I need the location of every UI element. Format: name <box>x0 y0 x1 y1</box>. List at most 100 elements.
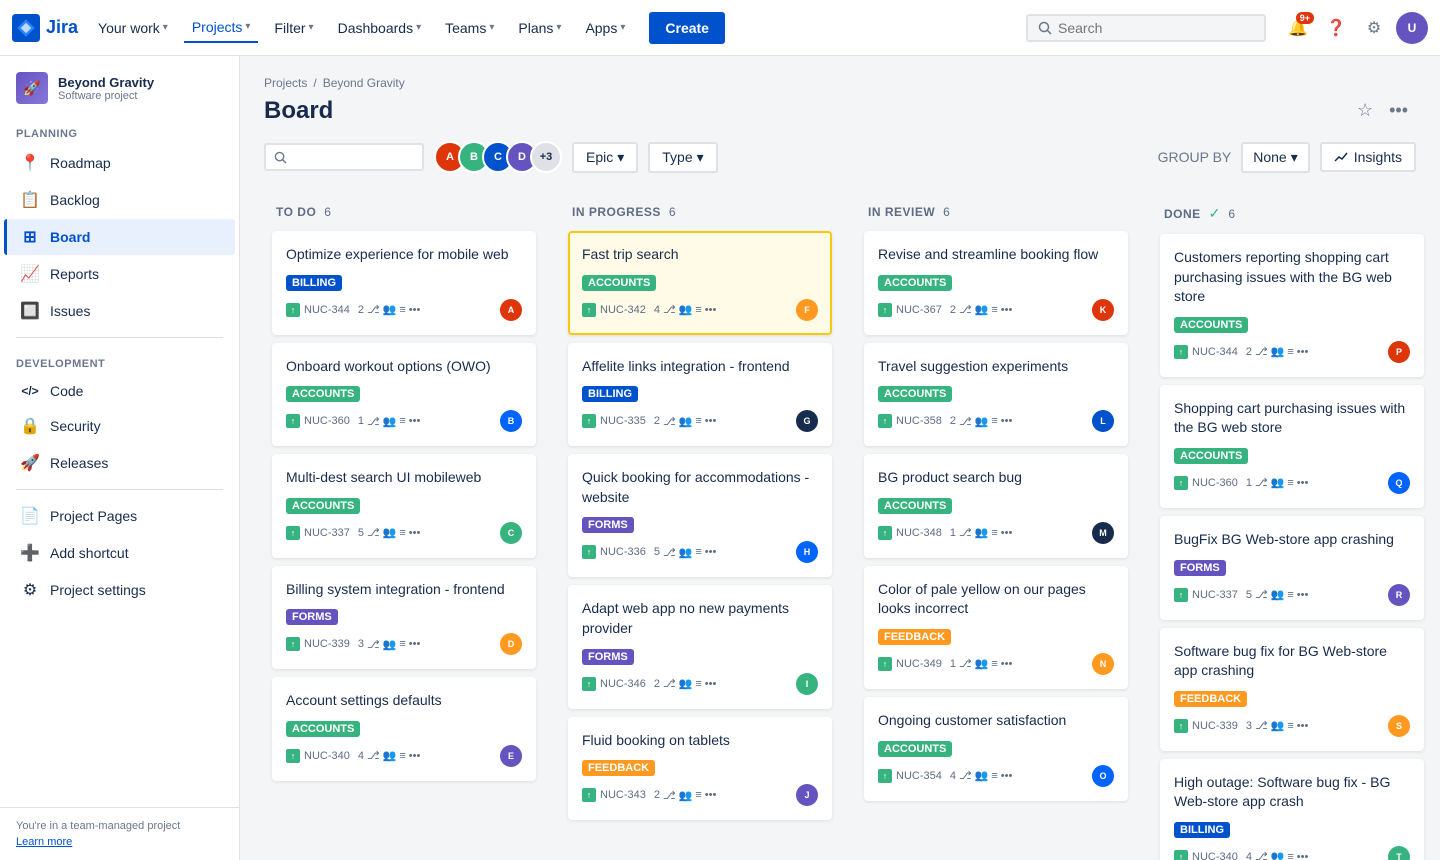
card-footer: ↑ NUC-335 2 ⎇ 👥 ≡ ••• G <box>582 410 818 432</box>
more-icon[interactable]: ••• <box>1001 304 1013 316</box>
nav-your-work[interactable]: Your work ▾ <box>90 14 176 42</box>
help-button[interactable]: ❓ <box>1320 12 1352 44</box>
card[interactable]: Customers reporting shopping cart purcha… <box>1160 234 1424 377</box>
card[interactable]: Revise and streamline booking flow ACCOU… <box>864 231 1128 335</box>
breadcrumb-projects[interactable]: Projects <box>264 76 307 90</box>
branch-icon: ⎇ <box>959 657 972 670</box>
card[interactable]: Travel suggestion experiments ACCOUNTS ↑… <box>864 343 1128 447</box>
more-icon[interactable]: ••• <box>409 638 421 650</box>
more-icon[interactable]: ••• <box>705 415 717 427</box>
card[interactable]: Color of pale yellow on our pages looks … <box>864 566 1128 689</box>
more-icon[interactable]: ••• <box>409 750 421 762</box>
sidebar-item-reports[interactable]: 📈 Reports <box>4 256 235 292</box>
more-icon[interactable]: ••• <box>1001 527 1013 539</box>
nav-icon-group: 🔔 9+ ❓ ⚙ U <box>1282 12 1428 44</box>
epic-filter[interactable]: Epic ▾ <box>572 142 638 173</box>
more-icon[interactable]: ••• <box>1297 720 1309 732</box>
branch-icon: ⎇ <box>959 769 972 782</box>
sidebar-item-releases[interactable]: 🚀 Releases <box>4 445 235 481</box>
more-icon[interactable]: ••• <box>409 304 421 316</box>
logo[interactable]: Jira <box>12 14 78 42</box>
board-search[interactable] <box>264 143 424 171</box>
card[interactable]: Fast trip search ACCOUNTS ↑ NUC-342 4 ⎇ … <box>568 231 832 335</box>
card[interactable]: Adapt web app no new payments provider F… <box>568 585 832 708</box>
more-icon[interactable]: ••• <box>1001 415 1013 427</box>
nav-plans[interactable]: Plans ▾ <box>510 14 569 42</box>
card[interactable]: Onboard workout options (OWO) ACCOUNTS ↑… <box>272 343 536 447</box>
nav-projects[interactable]: Projects ▾ <box>184 13 259 43</box>
sidebar-item-security[interactable]: 🔒 Security <box>4 408 235 444</box>
column-inprogress: IN PROGRESS 6 Fast trip search ACCOUNTS … <box>560 193 840 840</box>
card-avatar: E <box>500 745 522 767</box>
more-icon[interactable]: ••• <box>705 678 717 690</box>
more-options-button[interactable]: ••• <box>1381 96 1416 125</box>
card[interactable]: Quick booking for accommodations - websi… <box>568 454 832 577</box>
branch-icon: ⎇ <box>959 526 972 539</box>
card[interactable]: High outage: Software bug fix - BG Web-s… <box>1160 759 1424 860</box>
card[interactable]: Optimize experience for mobile web BILLI… <box>272 231 536 335</box>
card[interactable]: Account settings defaults ACCOUNTS ↑ NUC… <box>272 677 536 781</box>
nav-apps[interactable]: Apps ▾ <box>577 14 633 42</box>
issue-icon: ↑ <box>582 788 596 802</box>
learn-more-link[interactable]: Learn more <box>16 836 72 848</box>
more-icon[interactable]: ••• <box>1297 477 1309 489</box>
more-icon[interactable]: ••• <box>1297 346 1309 358</box>
more-icon[interactable]: ••• <box>705 546 717 558</box>
card[interactable]: Ongoing customer satisfaction ACCOUNTS ↑… <box>864 697 1128 801</box>
global-search[interactable] <box>1026 14 1266 42</box>
insights-button[interactable]: Insights <box>1320 142 1416 172</box>
more-icon[interactable]: ••• <box>1001 658 1013 670</box>
sidebar-item-add-shortcut[interactable]: ➕ Add shortcut <box>4 535 235 571</box>
sidebar-item-code[interactable]: </> Code <box>4 375 235 407</box>
more-icon[interactable]: ••• <box>1297 851 1309 860</box>
notifications-button[interactable]: 🔔 9+ <box>1282 12 1314 44</box>
subtask-icon: 2 <box>950 304 956 316</box>
search-input[interactable] <box>1058 20 1238 36</box>
type-filter[interactable]: Type ▾ <box>648 142 717 173</box>
priority-icon: ≡ <box>991 527 997 539</box>
sidebar-item-board[interactable]: ⊞ Board <box>4 219 235 255</box>
sidebar-item-roadmap[interactable]: 📍 Roadmap <box>4 145 235 181</box>
sidebar-footer-text: You're in a team-managed project <box>16 820 223 832</box>
chevron-down-icon: ▾ <box>1291 149 1298 166</box>
branch-icon: ⎇ <box>663 415 676 428</box>
card[interactable]: Software bug fix for BG Web-store app cr… <box>1160 628 1424 751</box>
priority-icon: ≡ <box>1287 720 1293 732</box>
board-icon: ⊞ <box>20 227 40 247</box>
avatar-filter-more[interactable]: +3 <box>530 141 562 173</box>
card[interactable]: BG product search bug ACCOUNTS ↑ NUC-348… <box>864 454 1128 558</box>
card-tag: FORMS <box>286 609 338 625</box>
priority-icon: ≡ <box>1287 589 1293 601</box>
sidebar-item-project-settings[interactable]: ⚙ Project settings <box>4 572 235 608</box>
board-search-input[interactable] <box>293 149 413 165</box>
nav-teams[interactable]: Teams ▾ <box>437 14 502 42</box>
card[interactable]: Affelite links integration - frontend BI… <box>568 343 832 447</box>
card-meta: 2 ⎇ 👥 ≡ ••• <box>950 303 1088 316</box>
nav-dashboards[interactable]: Dashboards ▾ <box>330 14 430 42</box>
breadcrumb-project[interactable]: Beyond Gravity <box>323 76 405 90</box>
card[interactable]: BugFix BG Web-store app crashing FORMS ↑… <box>1160 516 1424 620</box>
more-icon[interactable]: ••• <box>1297 589 1309 601</box>
card[interactable]: Shopping cart purchasing issues with the… <box>1160 385 1424 508</box>
card[interactable]: Multi-dest search UI mobileweb ACCOUNTS … <box>272 454 536 558</box>
priority-icon: ≡ <box>695 304 701 316</box>
group-by-select[interactable]: None ▾ <box>1241 142 1310 173</box>
more-icon[interactable]: ••• <box>1001 770 1013 782</box>
more-icon[interactable]: ••• <box>409 527 421 539</box>
star-button[interactable]: ☆ <box>1357 100 1373 121</box>
card-tag: ACCOUNTS <box>878 386 952 402</box>
sidebar-item-issues[interactable]: 🔲 Issues <box>4 293 235 329</box>
user-avatar[interactable]: U <box>1396 12 1428 44</box>
subtask-icon: 3 <box>358 638 364 650</box>
more-icon[interactable]: ••• <box>705 789 717 801</box>
more-icon[interactable]: ••• <box>705 304 717 316</box>
sidebar-item-backlog[interactable]: 📋 Backlog <box>4 182 235 218</box>
more-icon[interactable]: ••• <box>409 415 421 427</box>
card[interactable]: Fluid booking on tablets FEEDBACK ↑ NUC-… <box>568 717 832 821</box>
card[interactable]: Billing system integration - frontend FO… <box>272 566 536 670</box>
settings-button[interactable]: ⚙ <box>1358 12 1390 44</box>
create-button[interactable]: Create <box>649 12 725 44</box>
sidebar-item-project-pages[interactable]: 📄 Project Pages <box>4 498 235 534</box>
nav-filter[interactable]: Filter ▾ <box>266 14 321 42</box>
card-footer: ↑ NUC-342 4 ⎇ 👥 ≡ ••• F <box>582 299 818 321</box>
